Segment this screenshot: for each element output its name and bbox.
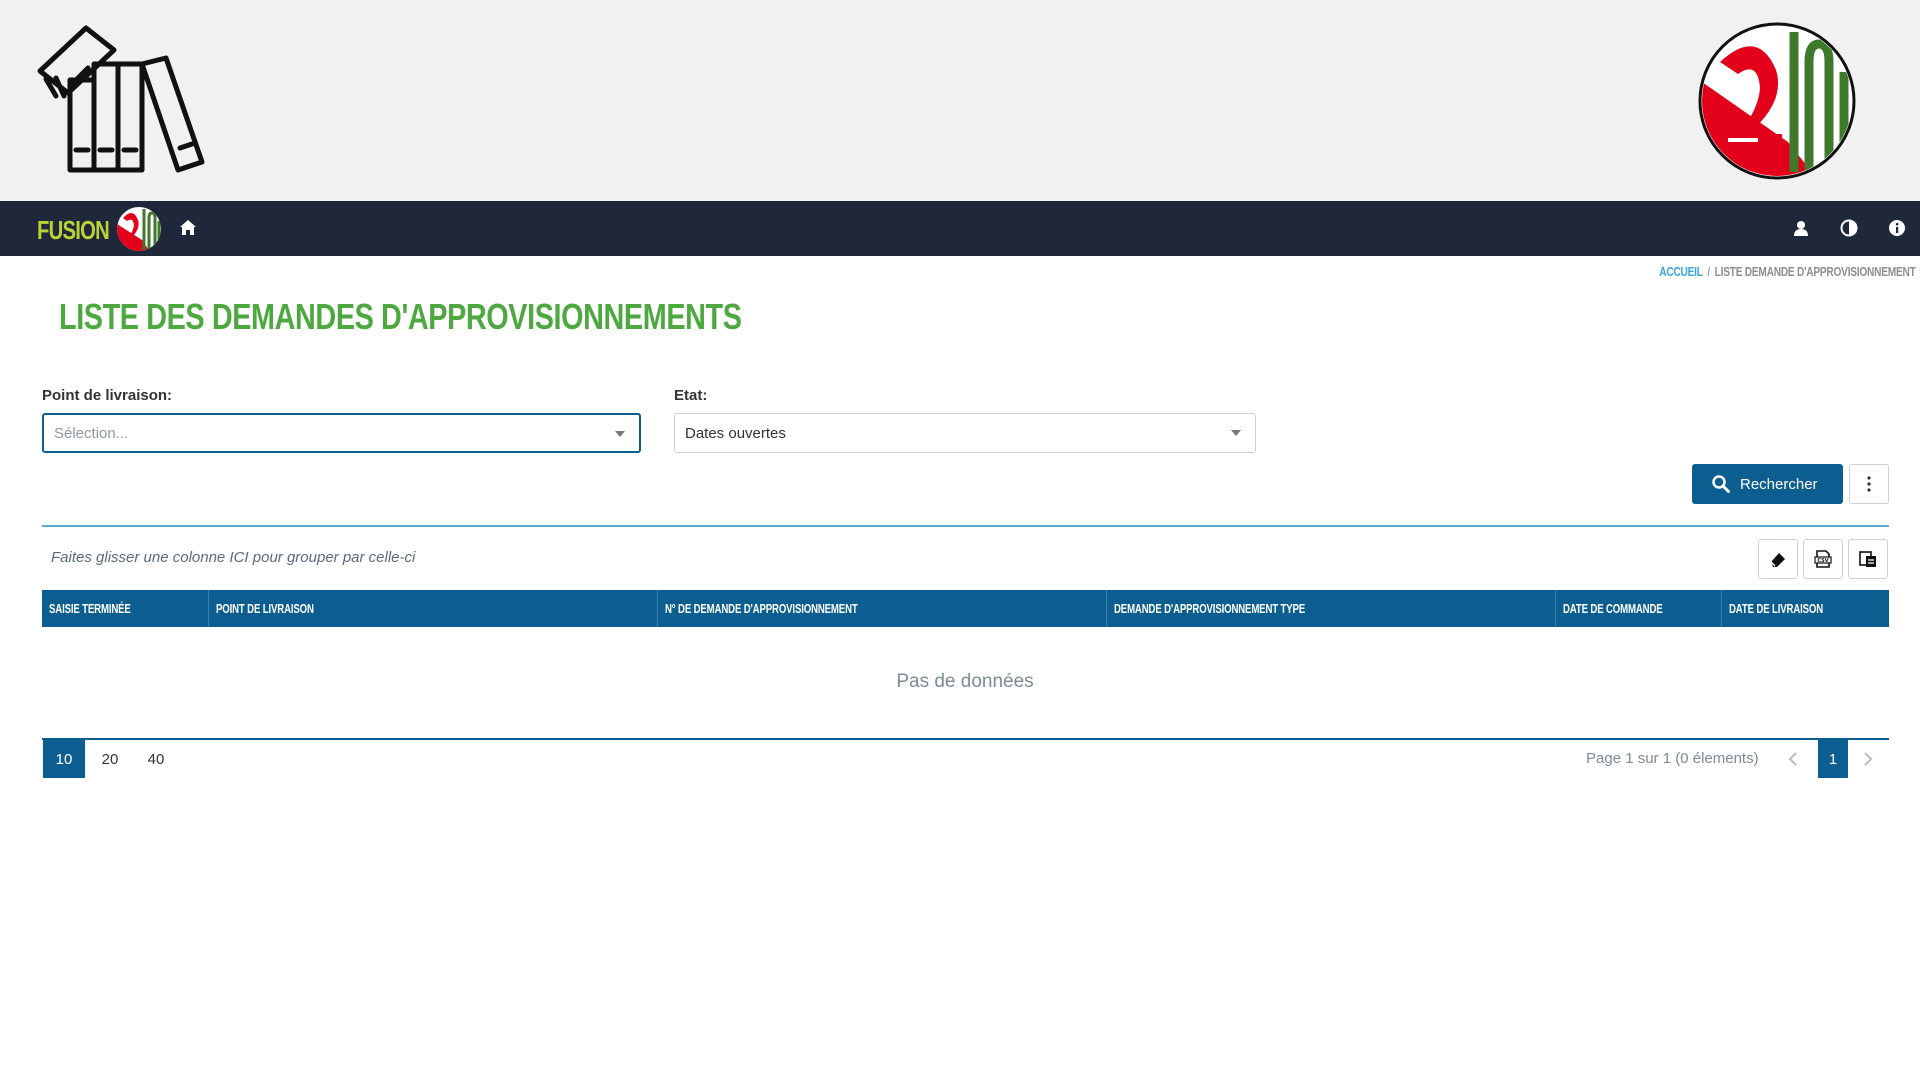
header-banner: [0, 0, 1920, 201]
column-chooser-button[interactable]: [1848, 539, 1888, 579]
books-graduation-logo: [37, 25, 205, 173]
group-panel-hint[interactable]: Faites glisser une colonne ICI pour grou…: [51, 549, 415, 566]
breadcrumb-home-link[interactable]: ACCUEIL: [1660, 264, 1704, 279]
delivery-point-placeholder: Sélection...: [54, 424, 129, 442]
next-page-button[interactable]: [1857, 748, 1879, 770]
breadcrumb-separator: /: [1707, 264, 1711, 279]
page-title: LISTE DES DEMANDES D'APPROVISIONNEMENTS: [59, 296, 742, 337]
delivery-point-select[interactable]: Sélection...: [42, 413, 641, 453]
state-select[interactable]: Dates ouvertes: [674, 413, 1256, 453]
search-icon: [1712, 475, 1730, 493]
column-header-saisie-terminee[interactable]: SAISIE TERMINÉE: [42, 590, 209, 627]
clear-filters-button[interactable]: [1758, 539, 1798, 579]
column-header-date-livraison[interactable]: DATE DE LIVRAISON: [1722, 590, 1889, 627]
pager-divider: [42, 738, 1889, 740]
chevron-down-icon: [615, 431, 625, 437]
group-panel-divider: [42, 525, 1889, 527]
column-header-demande-type[interactable]: DEMANDE D'APPROVISIONNEMENT TYPE: [1107, 590, 1556, 627]
more-options-button[interactable]: [1849, 464, 1889, 504]
column-header-point-de-livraison[interactable]: POINT DE LIVRAISON: [209, 590, 658, 627]
company-emblem-logo: [1698, 22, 1856, 180]
kebab-menu-icon: [1867, 476, 1871, 492]
column-header-date-commande[interactable]: DATE DE COMMANDE: [1556, 590, 1722, 627]
svg-text:CSV: CSV: [1817, 558, 1828, 564]
state-label: Etat:: [674, 387, 708, 404]
state-value: Dates ouvertes: [685, 424, 786, 442]
page-size-40[interactable]: 40: [135, 740, 177, 778]
contrast-icon[interactable]: [1837, 216, 1861, 240]
chevron-down-icon: [1231, 430, 1241, 436]
eraser-icon: [1770, 553, 1785, 567]
page-size-20[interactable]: 20: [89, 740, 131, 778]
user-icon[interactable]: [1789, 216, 1813, 240]
grid-header-row: SAISIE TERMINÉE POINT DE LIVRAISON N° DE…: [42, 590, 1889, 627]
grid-empty-message: Pas de données: [896, 671, 1034, 692]
column-chooser-icon: [1859, 551, 1876, 567]
home-icon[interactable]: [178, 217, 198, 239]
breadcrumb: ACCUEIL / LISTE DEMANDE D'APPROVISIONNEMEN…: [1660, 264, 1917, 279]
nav-emblem-logo: [117, 207, 161, 251]
page-size-10[interactable]: 10: [43, 740, 85, 778]
column-header-numero-demande[interactable]: N° DE DEMANDE D'APPROVISIONNEMENT: [658, 590, 1107, 627]
previous-page-button[interactable]: [1782, 748, 1804, 770]
export-csv-button[interactable]: CSV: [1803, 539, 1843, 579]
search-button[interactable]: Rechercher: [1692, 464, 1843, 504]
search-button-label: Rechercher: [1740, 475, 1818, 493]
page-number-1[interactable]: 1: [1818, 740, 1848, 778]
csv-export-icon: CSV: [1814, 550, 1832, 568]
fusion-brand[interactable]: FUSION: [37, 215, 110, 246]
chevron-right-icon: [1864, 752, 1873, 766]
top-navbar: FUSION: [0, 201, 1920, 256]
pager-info: Page 1 sur 1 (0 élements): [1586, 750, 1759, 767]
breadcrumb-current: LISTE DEMANDE D'APPROVISIONNEMENT: [1715, 264, 1916, 279]
chevron-left-icon: [1788, 752, 1797, 766]
info-icon[interactable]: [1885, 216, 1909, 240]
delivery-point-label: Point de livraison:: [42, 387, 173, 404]
